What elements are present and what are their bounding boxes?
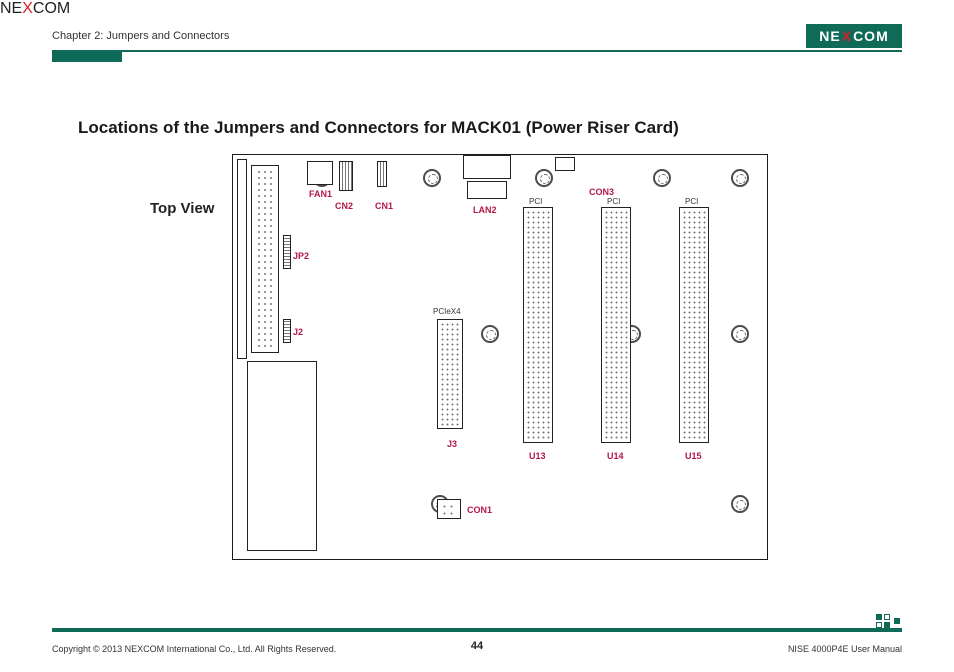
footer-rule: [52, 628, 902, 632]
label-pci1: PCI: [529, 197, 542, 206]
brand-mid: X: [841, 28, 853, 44]
bracket-rect: [237, 159, 247, 359]
slot-u15: [679, 207, 709, 443]
conn-cn1: [377, 161, 387, 187]
view-label: Top View: [150, 200, 214, 217]
pin-dots: [604, 210, 628, 440]
slot-u13: [523, 207, 553, 443]
edge-connector-left: [251, 165, 279, 353]
brand-post: COM: [853, 28, 889, 44]
mount-hole-icon: [481, 325, 499, 343]
label-cn1: CN1: [375, 201, 393, 211]
conn-lan2-jack: [467, 181, 507, 199]
page-header: Chapter 2: Jumpers and Connectors NEXCOM: [52, 22, 902, 50]
brand-post: COM: [33, 0, 70, 17]
conn-jp2: [283, 235, 291, 269]
mount-hole-icon: [731, 169, 749, 187]
header-tab: [52, 52, 122, 62]
pin-dots: [440, 322, 460, 426]
mount-hole-icon: [731, 495, 749, 513]
brand-logo: NEXCOM: [806, 24, 902, 48]
conn-con3: [555, 157, 575, 171]
brand-mid: X: [22, 0, 33, 17]
pin-dots: [256, 169, 274, 349]
label-cn2: CN2: [335, 201, 353, 211]
label-con1: CON1: [467, 505, 492, 515]
label-con3: CON3: [589, 187, 614, 197]
chapter-title: Chapter 2: Jumpers and Connectors: [52, 30, 229, 42]
label-u15: U15: [685, 451, 702, 461]
conn-con1: [437, 499, 461, 519]
label-lan2: LAN2: [473, 205, 497, 215]
mount-hole-icon: [731, 325, 749, 343]
pin-dots: [682, 210, 706, 440]
pin-dots: [526, 210, 550, 440]
brand-pre: NE: [0, 0, 22, 17]
label-fan1: FAN1: [309, 189, 332, 199]
label-u13: U13: [529, 451, 546, 461]
label-pci2: PCI: [607, 197, 620, 206]
mount-hole-icon: [653, 169, 671, 187]
brand-pre: NE: [819, 28, 840, 44]
board-diagram: PCIeX4 PCI PCI PCI FAN1 CN2 CN1 CON3 LAN…: [232, 154, 768, 560]
label-j2: J2: [293, 327, 303, 337]
mount-hole-icon: [535, 169, 553, 187]
slot-pciex4: [437, 319, 463, 429]
pin-dots: [441, 503, 457, 515]
card-extension: [247, 361, 317, 551]
page-number: 44: [0, 640, 954, 652]
conn-cn2: [339, 161, 353, 191]
mount-hole-icon: [423, 169, 441, 187]
label-jp2: JP2: [293, 251, 309, 261]
manual-page: Chapter 2: Jumpers and Connectors NEXCOM…: [0, 0, 954, 672]
slot-u14: [601, 207, 631, 443]
label-j3: J3: [447, 439, 457, 449]
conn-j2: [283, 319, 291, 343]
label-pci3: PCI: [685, 197, 698, 206]
footer-logo: NEXCOM: [0, 0, 954, 18]
conn-fan1: [307, 161, 333, 185]
label-pciex4: PCIeX4: [433, 307, 461, 316]
section-title: Locations of the Jumpers and Connectors …: [78, 118, 679, 138]
label-u14: U14: [607, 451, 624, 461]
footer-pixels-icon: [876, 614, 902, 628]
conn-lan2-frame: [463, 155, 511, 179]
header-rule: [52, 50, 902, 52]
